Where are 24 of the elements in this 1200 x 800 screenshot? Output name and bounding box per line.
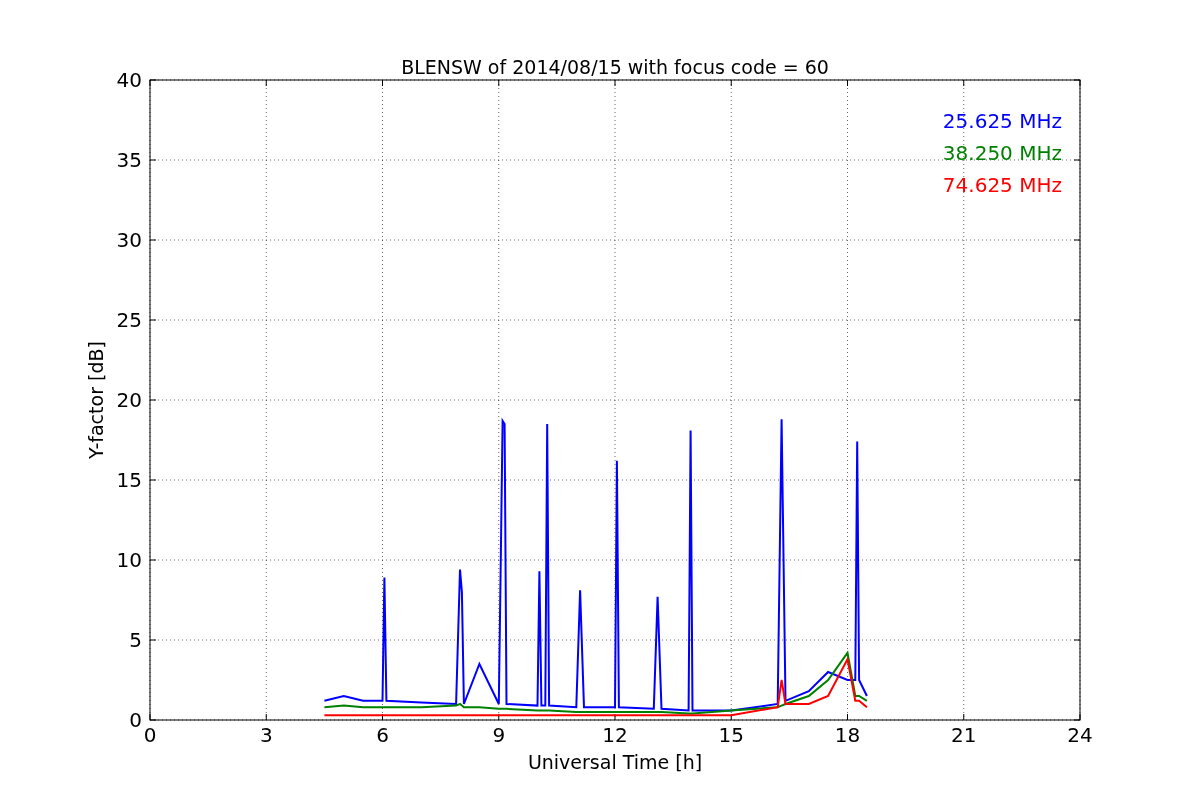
tick-label: 25 (116, 308, 142, 332)
tick-label: 3 (259, 723, 273, 747)
tick-label: 5 (129, 628, 142, 652)
chart-title: BLENSW of 2014/08/15 with focus code = 60 (401, 56, 829, 78)
tick-label: 10 (116, 548, 142, 572)
tick-label: 40 (116, 68, 142, 92)
tick-label: 0 (143, 723, 157, 747)
tick-label: 20 (116, 388, 142, 412)
tick-label: 12 (602, 723, 628, 747)
tick-label: 21 (951, 723, 977, 747)
tick-label: 6 (376, 723, 389, 747)
legend-label: 25.625 MHz (942, 109, 1062, 133)
tick-label: 18 (834, 723, 861, 747)
tick-label: 30 (116, 228, 142, 252)
tick-label: 9 (492, 723, 506, 747)
tick-label: 15 (718, 723, 744, 747)
legend-label: 38.250 MHz (942, 141, 1062, 165)
legend-label: 74.625 MHz (942, 173, 1062, 197)
tick-label: 35 (116, 148, 142, 172)
tick-label: 24 (1067, 723, 1093, 747)
tick-label: 15 (116, 468, 142, 492)
tick-label: 0 (129, 708, 142, 732)
axis-label: Universal Time [h] (527, 751, 703, 773)
axis-label: Y-factor [dB] (85, 341, 107, 459)
